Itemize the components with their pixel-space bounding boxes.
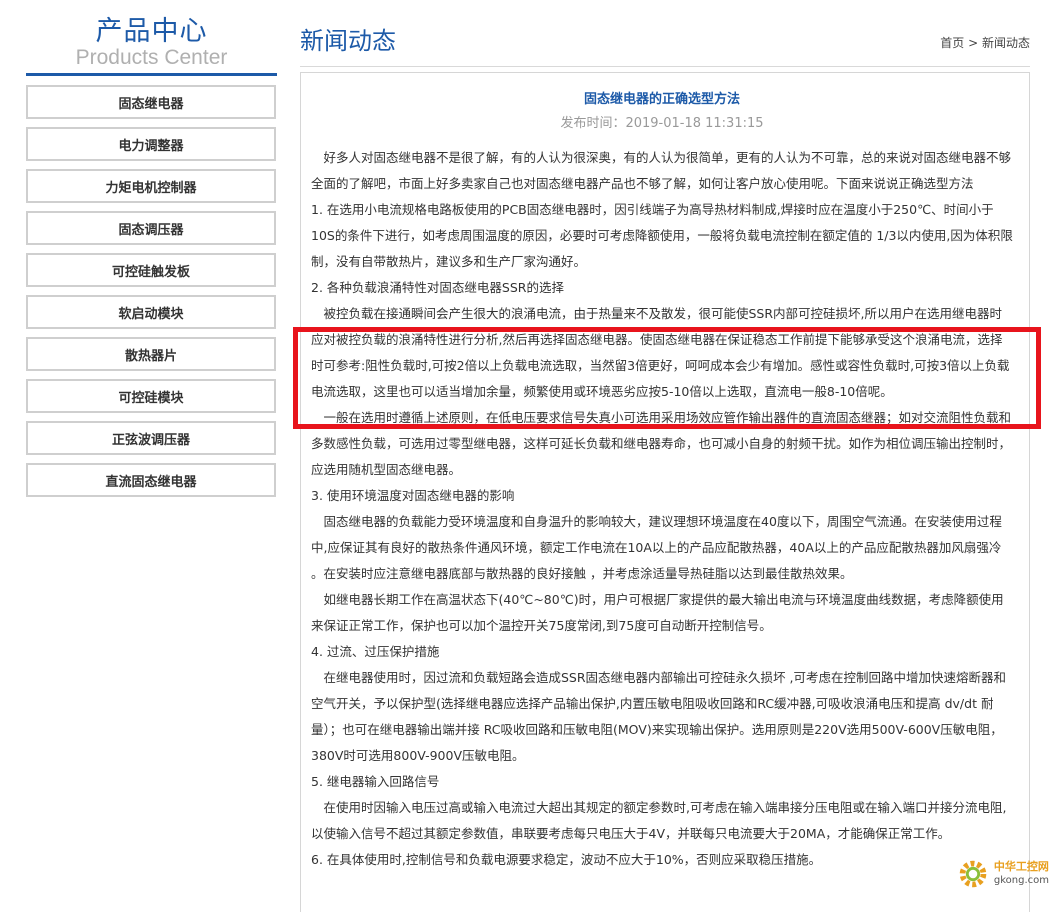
site-watermark: 中华工控网 gkong.com: [954, 855, 1049, 893]
article-container: 固态继电器的正确选型方法 发布时间：2019-01-18 11:31:15 好多…: [300, 72, 1030, 912]
menu-item-power-regulator[interactable]: 电力调整器: [26, 127, 276, 161]
sidebar: 产品中心 Products Center 固态继电器 电力调整器 力矩电机控制器…: [26, 14, 277, 505]
page-title: 新闻动态: [300, 27, 396, 55]
product-menu: 固态继电器 电力调整器 力矩电机控制器 固态调压器 可控硅触发板 软启动模块 散…: [26, 85, 277, 497]
menu-item-torque-motor-controller[interactable]: 力矩电机控制器: [26, 169, 276, 203]
article-paragraph: 在使用时因输入电压过高或输入电流过大超出其规定的额定参数时,可考虑在输入端串接分…: [311, 800, 1007, 841]
breadcrumb: 首页 > 新闻动态: [940, 34, 1030, 51]
menu-item-scr-module[interactable]: 可控硅模块: [26, 379, 276, 413]
article-paragraph: 6. 在具体使用时,控制信号和负载电源要求稳定，波动不应大于10%，否则应采取稳…: [311, 852, 822, 867]
article-section-heading: 2. 各种负载浪涌特性对固态继电器SSR的选择: [311, 280, 564, 295]
menu-item-solid-state-relay[interactable]: 固态继电器: [26, 85, 276, 119]
breadcrumb-current-link[interactable]: 新闻动态: [982, 36, 1030, 50]
article-paragraph: 如继电器长期工作在高温状态下(40℃~80℃)时，用户可根据厂家提供的最大输出电…: [311, 592, 1004, 633]
article-paragraph: 固态继电器的负载能力受环境温度和自身温升的影响较大，建议理想环境温度在40度以下…: [311, 514, 1002, 581]
menu-item-heat-sink[interactable]: 散热器片: [26, 337, 276, 371]
watermark-site-name: 中华工控网: [993, 860, 1049, 873]
menu-item-scr-trigger-board[interactable]: 可控硅触发板: [26, 253, 276, 287]
breadcrumb-separator: >: [968, 36, 979, 50]
menu-item-sine-wave-regulator[interactable]: 正弦波调压器: [26, 421, 276, 455]
article-paragraph: 一般在选用时遵循上述原则，在低电压要求信号失真小可选用采用场效应管作输出器件的直…: [311, 410, 1012, 477]
article-section-heading: 4. 过流、过压保护措施: [311, 644, 440, 659]
article-publish-time: 发布时间：2019-01-18 11:31:15: [560, 116, 764, 131]
article-paragraph: 被控负载在接通瞬间会产生很大的浪涌电流，由于热量来不及散发，很可能使SSR内部可…: [311, 306, 1010, 399]
gear-icon: [959, 860, 987, 888]
article-paragraph: 好多人对固态继电器不是很了解，有的人认为很深奥，有的人认为很简单，更有的人认为不…: [311, 150, 1012, 191]
menu-item-solid-state-voltage-regulator[interactable]: 固态调压器: [26, 211, 276, 245]
article-section-heading: 5. 继电器输入回路信号: [311, 774, 440, 789]
article-title: 固态继电器的正确选型方法: [583, 92, 740, 107]
sidebar-header: 产品中心 Products Center: [26, 14, 277, 72]
article-body: 好多人对固态继电器不是很了解，有的人认为很深奥，有的人认为很简单，更有的人认为不…: [311, 145, 1013, 873]
article-paragraph: 1. 在选用小电流规格电路板使用的PCB固态继电器时，因引线端子为高导热材料制成…: [311, 202, 1013, 269]
menu-item-soft-start-module[interactable]: 软启动模块: [26, 295, 276, 329]
article-section-heading: 3. 使用环境温度对固态继电器的影响: [311, 488, 515, 503]
menu-item-dc-solid-state-relay[interactable]: 直流固态继电器: [26, 463, 276, 497]
watermark-text: 中华工控网 gkong.com: [994, 860, 1049, 888]
main-content: 新闻动态 首页 > 新闻动态 固态继电器的正确选型方法 发布时间：2019-01…: [300, 20, 1030, 912]
article-paragraph: 在继电器使用时，因过流和负载短路会造成SSR固态继电器内部输出可控硅永久损坏 ,…: [311, 670, 1007, 763]
sidebar-divider: [26, 73, 277, 76]
watermark-url: gkong.com: [993, 875, 1049, 886]
main-header: 新闻动态 首页 > 新闻动态: [300, 20, 1030, 67]
breadcrumb-home-link[interactable]: 首页: [940, 36, 964, 50]
sidebar-subtitle: Products Center: [75, 46, 228, 69]
